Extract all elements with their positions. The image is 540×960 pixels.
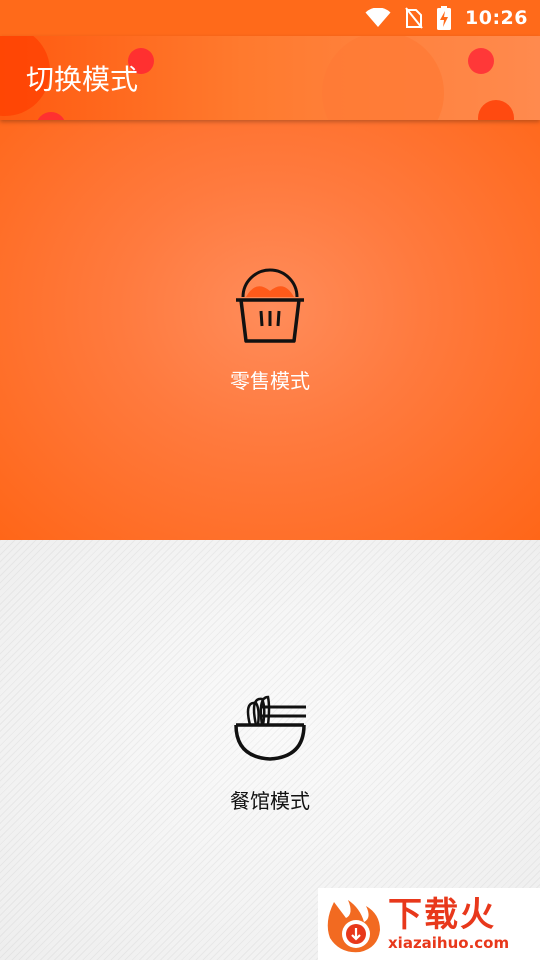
battery-charging-icon xyxy=(437,6,452,30)
retail-mode-label: 零售模式 xyxy=(230,368,310,393)
decor-circle xyxy=(322,36,444,120)
decor-circle xyxy=(478,100,514,120)
page-title: 切换模式 xyxy=(26,63,139,96)
decor-circle xyxy=(468,48,494,74)
status-time: 10:26 xyxy=(465,7,528,29)
app-bar: 切换模式 xyxy=(0,36,540,120)
restaurant-mode-label: 餐馆模式 xyxy=(230,788,310,813)
retail-mode-button[interactable]: 零售模式 xyxy=(0,120,540,540)
status-bar: 10:26 xyxy=(0,0,540,36)
decor-circle xyxy=(36,112,66,120)
noodle-bowl-icon xyxy=(230,687,310,767)
flame-logo-icon xyxy=(320,892,384,956)
watermark: 下载火 xiazaihuo.com xyxy=(318,888,540,960)
wifi-icon xyxy=(365,8,391,28)
no-sim-icon xyxy=(405,7,423,29)
watermark-title: 下载火 xyxy=(388,895,496,935)
watermark-url: xiazaihuo.com xyxy=(388,934,510,952)
shopping-basket-icon xyxy=(230,267,310,347)
